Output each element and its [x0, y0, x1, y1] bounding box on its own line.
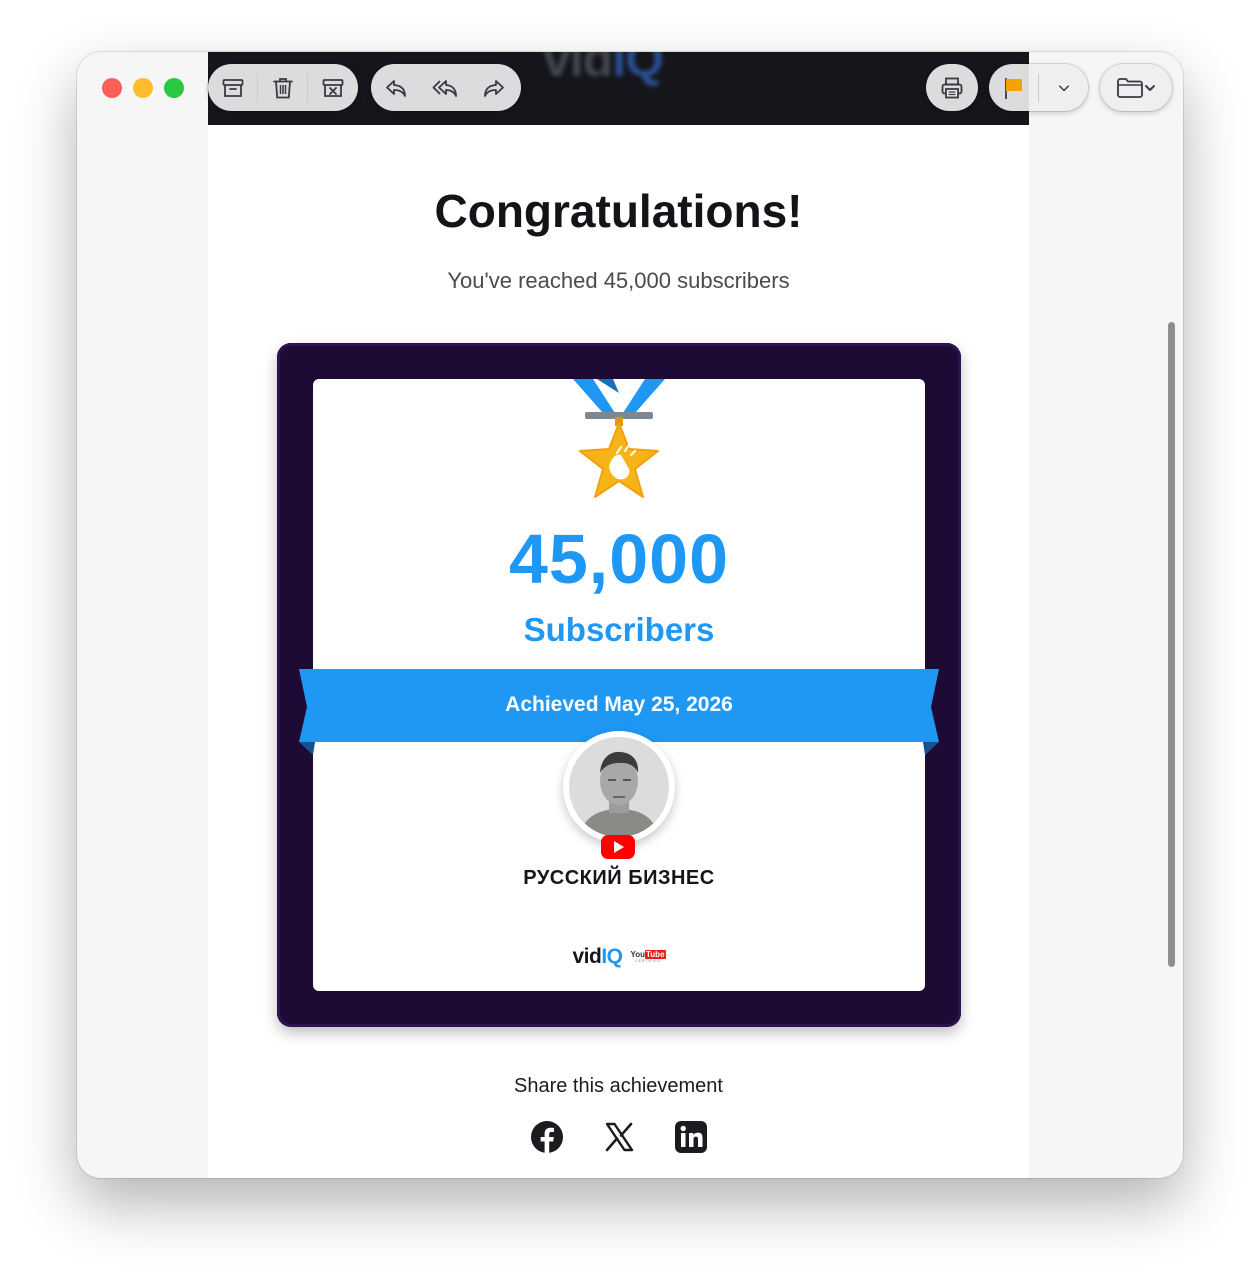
move-to-folder-group: [1100, 64, 1172, 111]
minimize-window-button[interactable]: [133, 78, 153, 98]
junk-icon: [322, 78, 343, 97]
scrollbar[interactable]: [1164, 322, 1178, 967]
subscriber-count: 45,000: [508, 520, 730, 598]
reply-all-icon: [432, 79, 457, 97]
print-button[interactable]: [926, 64, 978, 111]
print-button-group: [926, 64, 978, 111]
forward-button[interactable]: [469, 64, 518, 111]
flag-button-group: [989, 64, 1088, 111]
email-body: vidIQ Congratulations! You've reached 45…: [208, 52, 1029, 1178]
move-to-folder-button[interactable]: [1100, 64, 1172, 111]
achievement-card: 45,000 Subscribers Achieved May 25, 2026: [277, 343, 961, 1027]
maximize-window-button[interactable]: [164, 78, 184, 98]
page-title: Congratulations!: [434, 185, 803, 237]
facebook-icon[interactable]: [530, 1120, 564, 1154]
email-header-logo: vidIQ: [543, 52, 664, 87]
subscriber-label: Subscribers: [523, 611, 715, 648]
achieved-ribbon: Achieved May 25, 2026: [299, 669, 939, 755]
print-icon: [941, 77, 963, 98]
share-label: Share this achievement: [513, 1075, 723, 1097]
folder-icon: [1117, 77, 1155, 98]
reply-button[interactable]: [371, 64, 420, 111]
close-window-button[interactable]: [102, 78, 122, 98]
medal-icon: [573, 379, 665, 498]
chevron-down-icon: [1058, 84, 1069, 91]
reply-actions-group: [371, 64, 521, 111]
junk-button[interactable]: [308, 64, 357, 111]
scrollbar-thumb[interactable]: [1167, 322, 1175, 967]
reply-icon: [385, 79, 406, 97]
reply-all-button[interactable]: [420, 64, 469, 111]
subtitle: You've reached 45,000 subscribers: [447, 268, 790, 293]
trash-button[interactable]: [258, 64, 307, 111]
mail-window: vidIQ Congratulations! You've reached 45…: [77, 52, 1183, 1178]
forward-icon: [483, 79, 504, 97]
x-icon[interactable]: [602, 1120, 636, 1154]
archive-button[interactable]: [208, 64, 257, 111]
message-actions-group: [208, 64, 358, 111]
linkedin-icon[interactable]: [674, 1120, 708, 1154]
flag-button[interactable]: [989, 64, 1038, 111]
share-icons: [208, 1120, 1029, 1154]
archive-icon: [222, 78, 243, 97]
trash-icon: [272, 77, 293, 98]
achieved-date: Achieved May 25, 2026: [505, 693, 733, 716]
flag-icon: [1004, 77, 1022, 99]
flag-menu-button[interactable]: [1039, 64, 1088, 111]
